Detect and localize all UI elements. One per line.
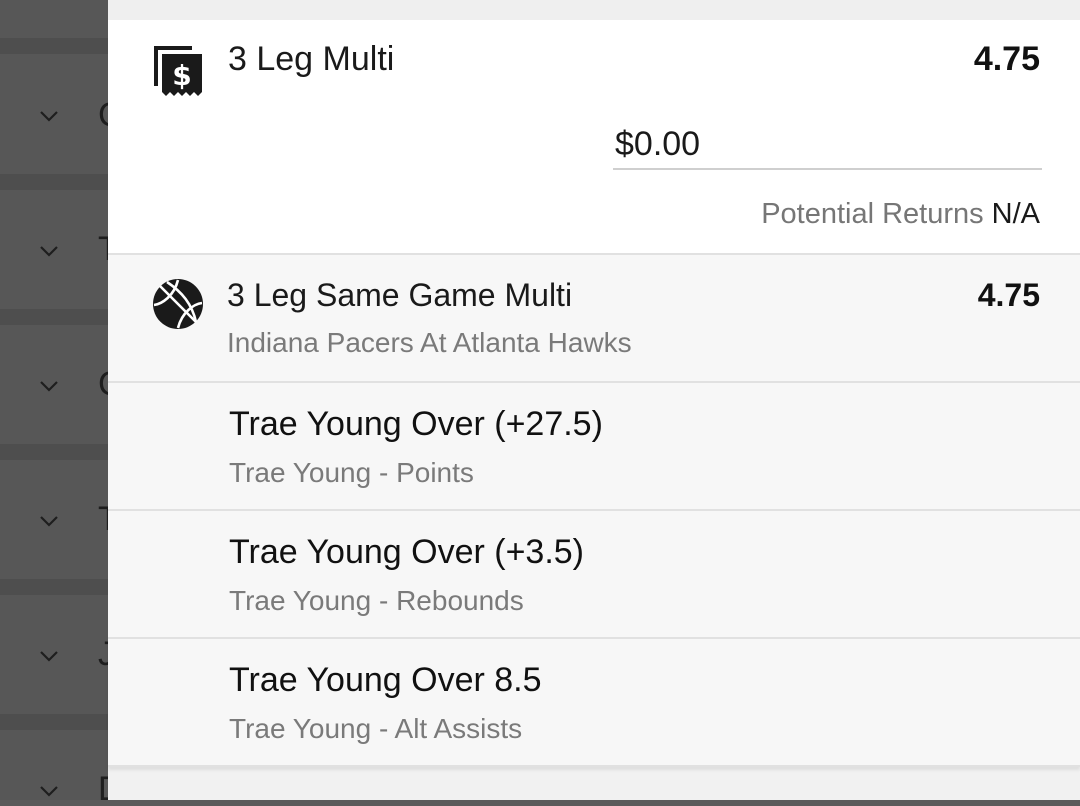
potential-returns-value: N/A: [991, 198, 1040, 230]
chevron-down-icon: [40, 381, 58, 392]
leg-item[interactable]: Trae Young Over 8.5 Trae Young - Alt Ass…: [108, 639, 1080, 767]
receipt-dollar-icon: $: [154, 46, 202, 96]
row-divider: [0, 309, 108, 325]
leg-selection: Trae Young Over (+27.5): [229, 405, 603, 443]
multi-bet-card[interactable]: $ 3 Leg Multi 4.75 Potential ReturnsN/A: [108, 20, 1080, 255]
stake-input[interactable]: [613, 120, 1042, 170]
chevron-down-icon: [40, 246, 58, 257]
multi-title: 3 Leg Multi: [228, 40, 395, 78]
same-game-multi-card[interactable]: 3 Leg Same Game Multi 4.75 Indiana Pacer…: [108, 255, 1080, 383]
row-divider: [0, 38, 108, 54]
basketball-icon: [153, 279, 203, 329]
background-row[interactable]: T: [0, 460, 112, 596]
potential-returns: Potential Returns N/A: [761, 198, 1040, 231]
leg-market: Trae Young - Alt Assists: [229, 713, 523, 744]
panel-top-strip: [108, 0, 1080, 20]
same-game-multi-odds[interactable]: 4.75: [978, 277, 1040, 314]
background-row[interactable]: C: [0, 54, 112, 190]
leg-selection: Trae Young Over 8.5: [229, 661, 542, 699]
leg-market: Trae Young - Points: [229, 457, 474, 488]
same-game-multi-title: 3 Leg Same Game Multi: [227, 277, 573, 313]
svg-text:$: $: [172, 59, 191, 92]
potential-returns-label: Potential Returns: [761, 198, 984, 230]
leg-selection: Trae Young Over (+3.5): [229, 533, 585, 571]
row-divider: [0, 714, 108, 730]
leg-item[interactable]: Trae Young Over (+27.5) Trae Young - Poi…: [108, 383, 1080, 511]
chevron-down-icon: [40, 786, 58, 797]
betslip-panel: $ 3 Leg Multi 4.75 Potential ReturnsN/A …: [108, 0, 1080, 800]
row-divider: [0, 579, 108, 595]
background-row[interactable]: D: [0, 730, 112, 806]
background-row[interactable]: T: [0, 190, 112, 326]
chevron-down-icon: [40, 111, 58, 122]
leg-market: Trae Young - Rebounds: [229, 585, 524, 616]
leg-item[interactable]: Trae Young Over (+3.5) Trae Young - Rebo…: [108, 511, 1080, 639]
row-divider: [0, 444, 108, 460]
multi-odds[interactable]: 4.75: [974, 40, 1040, 79]
chevron-down-icon: [40, 651, 58, 662]
background-row[interactable]: J: [0, 595, 112, 731]
background-row[interactable]: C: [0, 325, 112, 461]
row-divider: [0, 174, 108, 190]
event-name: Indiana Pacers At Atlanta Hawks: [227, 327, 632, 358]
chevron-down-icon: [40, 516, 58, 527]
